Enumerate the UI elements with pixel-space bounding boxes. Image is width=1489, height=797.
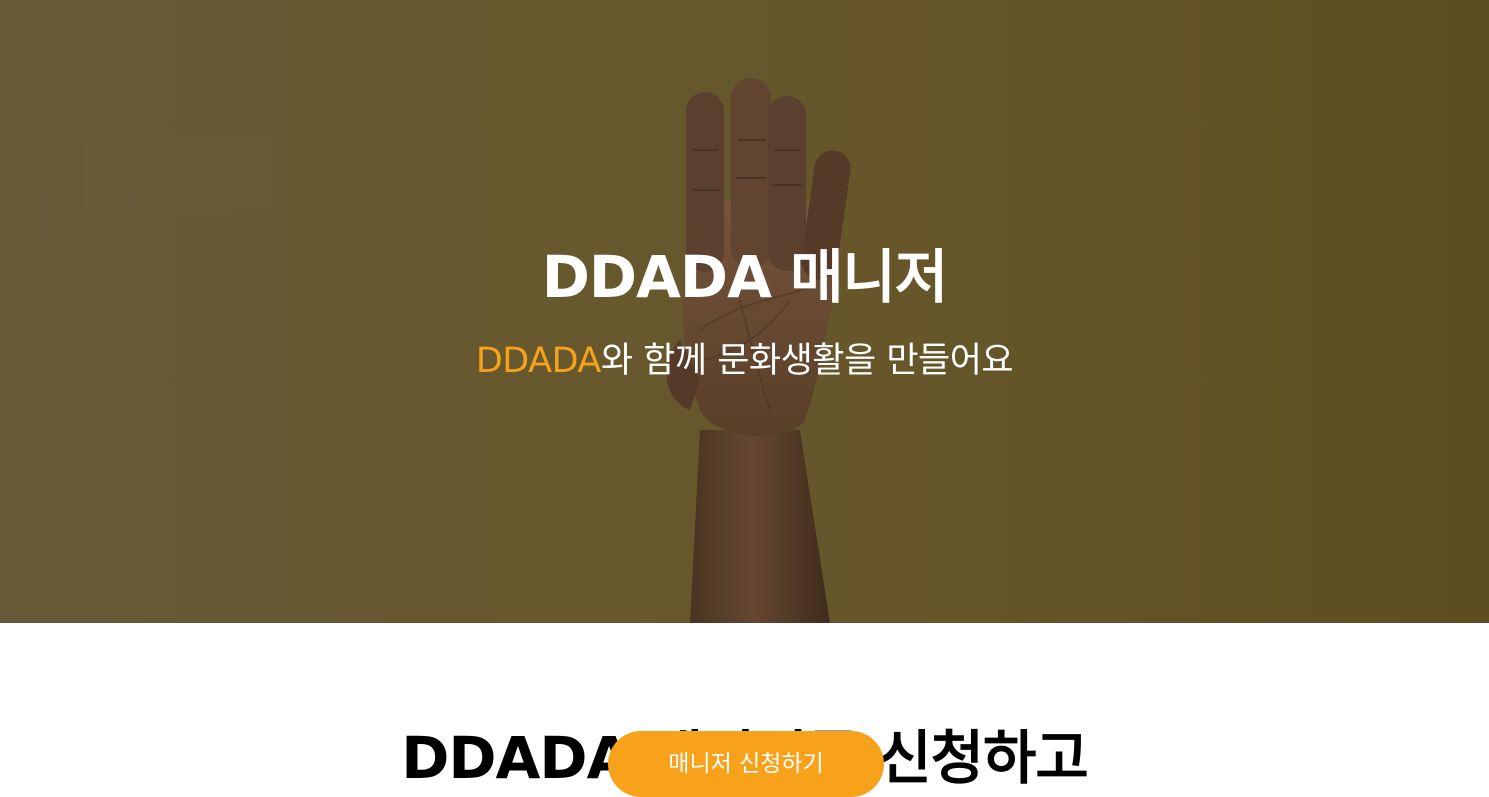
hero-subtitle-brand: DDADA xyxy=(475,341,602,381)
hero-subtitle: DDADA와 함께 문화생활을 만들어요 xyxy=(0,338,1489,384)
hero-banner: DDADA 매니저 DDADA와 함께 문화생활을 만들어요 xyxy=(0,0,1489,623)
hero-title: DDADA 매니저 xyxy=(541,243,948,311)
apply-manager-button[interactable]: 매니저 신청하기 xyxy=(608,731,884,797)
hero-subtitle-text: 와 함께 문화생활을 만들어요 xyxy=(600,341,1014,381)
